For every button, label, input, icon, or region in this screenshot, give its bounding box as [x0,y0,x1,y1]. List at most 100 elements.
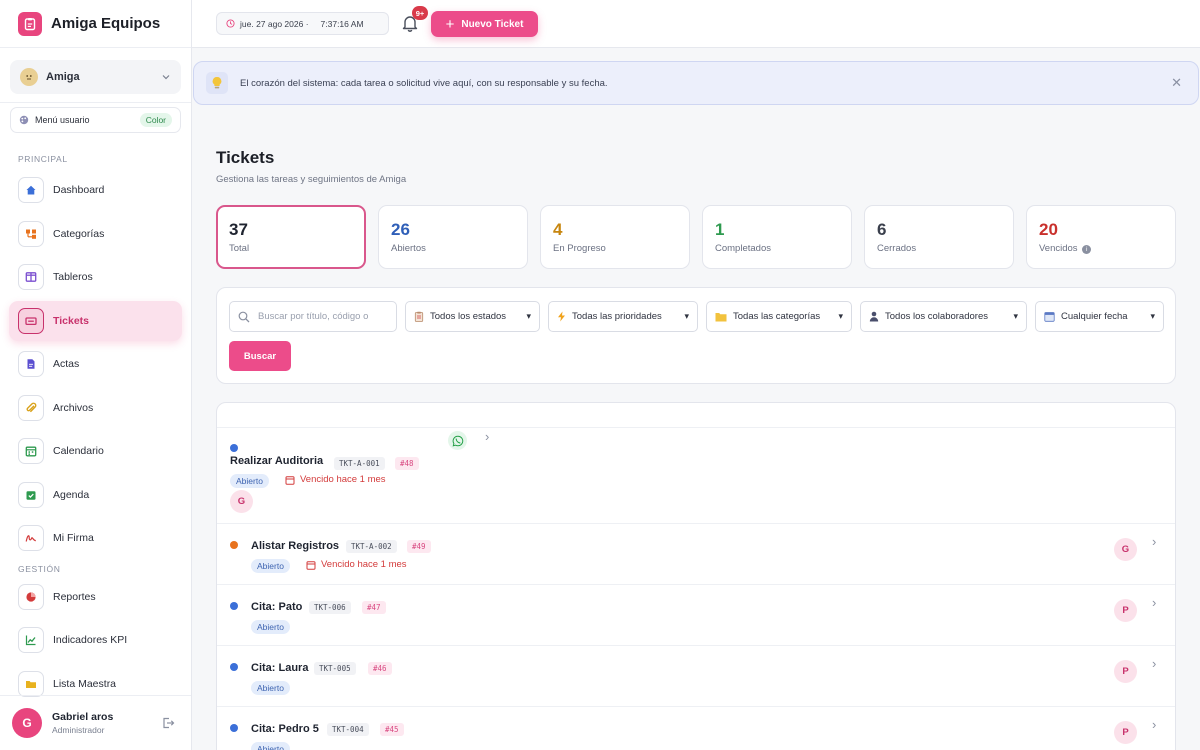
chevron-down-icon: ▾ [526,311,531,321]
color-badge: Color [139,113,172,127]
user-name: Gabriel aros [52,711,114,723]
status-select-value: Todos los estados [430,311,507,322]
date-select[interactable]: Cualquier fecha ▾ [1035,301,1164,332]
pie-chart-icon [18,584,44,610]
section-label-principal: PRINCIPAL [18,154,68,164]
stat-value: 26 [391,220,410,239]
sidebar-item-mi-firma[interactable]: Mi Firma [9,518,182,558]
category-select-value: Todas las categorías [733,311,821,322]
datetime-display: jue. 27 ago 2026 · 7:37:16 AM [216,12,389,35]
stat-value: 1 [715,220,725,239]
user-menu-button[interactable]: Menú usuario Color [10,107,181,133]
chevron-down-icon [162,75,170,80]
sidebar-item-dashboard[interactable]: Dashboard [9,170,182,210]
board-icon [18,264,44,290]
search-input[interactable]: Buscar por título, código o [229,301,397,332]
chevron-right-icon[interactable]: › [1152,717,1156,732]
stat-label: Abiertos [391,243,426,254]
sidebar-item-tableros[interactable]: Tableros [9,257,182,297]
ticket-code: TKT-A-002 [346,540,397,553]
search-button[interactable]: Buscar [229,341,291,371]
chevron-right-icon[interactable]: › [1152,595,1156,610]
sidebar-item-label: Archivos [53,402,94,414]
status-badge: Abierto [251,742,290,750]
new-ticket-button[interactable]: + Nuevo Ticket [431,11,538,37]
stat-card-vencidos[interactable]: 20 Vencidos i [1026,205,1176,269]
avatar: P [1114,660,1137,683]
info-icon[interactable]: i [1082,245,1092,254]
stat-label: En Progreso [553,243,606,254]
avatar: P [1114,721,1137,744]
sidebar-item-label: Mi Firma [53,532,94,544]
sidebar-item-calendario[interactable]: Calendario [9,431,182,471]
stat-card-abiertos[interactable]: 26 Abiertos [378,205,528,269]
user-role: Administrador [52,725,105,735]
collaborator-select[interactable]: Todos los colaboradores ▾ [860,301,1027,332]
sidebar-item-categorias[interactable]: Categorías [9,214,182,254]
sidebar-item-tickets[interactable]: Tickets [9,301,182,341]
ticket-code: TKT-005 [314,662,356,675]
line-chart-icon [18,627,44,653]
ticket-number: #46 [368,662,392,675]
chevron-down-icon: ▾ [1150,311,1155,321]
clipboard-icon [414,311,424,322]
priority-select[interactable]: Todas las prioridades ▾ [548,301,698,332]
chevron-down-icon: ▾ [838,311,843,321]
status-select[interactable]: Todos los estados ▾ [405,301,540,332]
sidebar-item-reportes[interactable]: Reportes [9,577,182,617]
sidebar-item-label: Dashboard [53,184,105,196]
ticket-number: #49 [407,540,431,553]
stat-card-total[interactable]: 37 Total [216,205,366,269]
sidebar-item-label: Tickets [53,315,89,327]
chevron-right-icon[interactable]: › [485,429,489,444]
status-badge: Abierto [251,620,290,634]
close-icon[interactable]: ✕ [1171,75,1182,91]
ticket-icon [18,308,44,334]
stat-value: 20 [1039,220,1058,239]
table-row[interactable]: Cita: Laura TKT-005 #46 Abierto P › [217,646,1175,707]
table-row[interactable]: Realizar Auditoria TKT-A-001 #48 Abierto… [217,428,1175,524]
status-dot [230,663,238,671]
ticket-number: #45 [380,723,404,736]
sidebar-item-indicadores-kpi[interactable]: Indicadores KPI [9,620,182,660]
stat-card-cerrados[interactable]: 6 Cerrados [864,205,1014,269]
lightning-icon [558,311,565,322]
user-menu-label: Menú usuario [35,115,90,125]
whatsapp-icon[interactable] [448,431,467,450]
ticket-code: TKT-006 [309,601,351,614]
sidebar-item-archivos[interactable]: Archivos [9,388,182,428]
sidebar-item-actas[interactable]: Actas [9,344,182,384]
sidebar-item-agenda[interactable]: Agenda [9,475,182,515]
logout-icon[interactable] [161,716,175,730]
table-row[interactable]: Cita: Pedro 5 TKT-004 #45 Abierto P › [217,707,1175,750]
avatar[interactable]: G [12,708,42,738]
clipboard-icon [18,11,42,36]
folder-icon [715,312,727,321]
brand[interactable]: Amiga Equipos [0,0,191,48]
stat-card-en-progreso[interactable]: 4 En Progreso [540,205,690,269]
avatar: P [1114,599,1137,622]
person-icon [869,311,879,322]
ticket-title: Cita: Pato [251,601,303,613]
avatar: G [1114,538,1137,561]
sidebar-item-label: Actas [53,358,80,370]
signature-icon [18,525,44,551]
search-icon [238,311,250,322]
chevron-down-icon: ▾ [1013,311,1018,321]
collaborator-select-value: Todos los colaboradores [885,311,988,322]
topbar: jue. 27 ago 2026 · 7:37:16 AM 9+ + Nuevo… [192,0,1200,48]
workspace-selector[interactable]: Amiga [10,60,181,94]
overdue-label: Vencido hace 1 mes [306,559,407,570]
overdue-label: Vencido hace 1 mes [285,474,386,485]
table-row[interactable]: Alistar Registros TKT-A-002 #49 Abierto … [217,524,1175,585]
status-badge: Abierto [251,559,290,573]
banner-text: El corazón del sistema: cada tarea o sol… [240,77,608,89]
table-row[interactable]: Cita: Pato TKT-006 #47 Abierto P › [217,585,1175,646]
status-dot [230,724,238,732]
avatar: G [230,490,253,513]
stat-card-completados[interactable]: 1 Completados [702,205,852,269]
chevron-right-icon[interactable]: › [1152,534,1156,549]
category-select[interactable]: Todas las categorías ▾ [706,301,852,332]
chevron-right-icon[interactable]: › [1152,656,1156,671]
workspace-name: Amiga [46,71,80,83]
